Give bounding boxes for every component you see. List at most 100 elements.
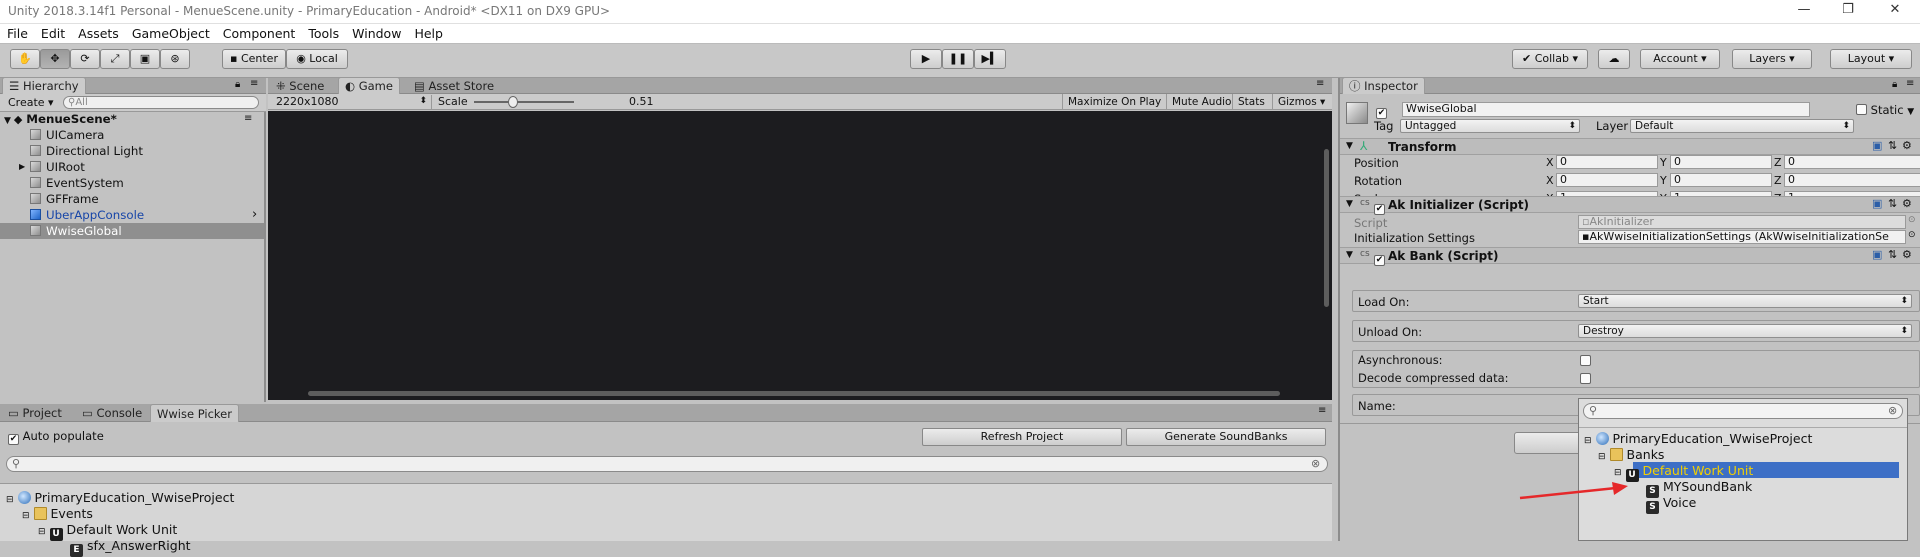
transform-rotation-x-field[interactable]: 0 — [1556, 173, 1658, 187]
refresh-project-button[interactable]: Refresh Project — [922, 428, 1122, 446]
lock-icon[interactable]: 🔒︎ — [1892, 79, 1897, 90]
account-dropdown[interactable]: Account ▾ — [1640, 49, 1720, 69]
hierarchy-item[interactable]: UICamera — [0, 127, 264, 143]
help-icon[interactable]: ▣ — [1872, 248, 1882, 261]
wwise-search-input[interactable]: ⚲ ⊗ — [6, 456, 1328, 472]
prefab-open-icon[interactable]: › — [252, 207, 257, 223]
gizmos-dropdown[interactable]: Gizmos ▾ — [1272, 94, 1330, 110]
static-checkbox[interactable]: Static ▼ — [1856, 103, 1914, 119]
transform-position-y-field[interactable]: 0 — [1670, 155, 1772, 169]
menu-gameobject[interactable]: GameObject — [125, 24, 216, 41]
menu-file[interactable]: File — [0, 24, 34, 41]
game-viewport[interactable] — [268, 111, 1332, 400]
horizontal-scrollbar[interactable] — [308, 391, 1280, 396]
layers-dropdown[interactable]: Layers ▾ — [1732, 49, 1812, 69]
close-button[interactable]: ✕ — [1885, 2, 1905, 20]
preset-icon[interactable]: ⇅ — [1888, 139, 1897, 152]
auto-populate-checkbox[interactable]: ✔ Auto populate — [8, 429, 104, 445]
popup-search-input[interactable]: ⚲ ⊗ — [1583, 403, 1903, 419]
transform-rotation-z-field[interactable]: 0 — [1784, 173, 1920, 187]
minimize-button[interactable]: — — [1794, 2, 1814, 20]
object-picker-icon[interactable]: ⊙ — [1908, 230, 1916, 240]
hierarchy-search-input[interactable]: ⚲All — [63, 96, 259, 109]
tab-console[interactable]: ▭ Console — [76, 404, 148, 422]
mute-audio-toggle[interactable]: Mute Audio — [1166, 94, 1236, 110]
tab-game[interactable]: ◐ Game — [338, 77, 400, 94]
hierarchy-item[interactable]: UberAppConsole › — [0, 207, 264, 223]
scale-slider-thumb[interactable] — [508, 96, 518, 108]
help-icon[interactable]: ▣ — [1872, 139, 1882, 152]
menu-component[interactable]: Component — [216, 24, 302, 41]
popup-tree-item-voice[interactable]: S Voice — [1646, 495, 1696, 514]
space-local-toggle[interactable]: ◉ Local — [286, 49, 348, 69]
gear-icon[interactable]: ⚙ — [1902, 197, 1912, 210]
hand-tool-icon[interactable]: ✋ — [10, 49, 40, 69]
scale-tool-icon[interactable]: ⤢ — [100, 49, 130, 69]
stats-toggle[interactable]: Stats — [1232, 94, 1270, 110]
menu-help[interactable]: Help — [407, 24, 449, 41]
scene-root[interactable]: ▼ ◆ MenueScene* ≡ — [0, 111, 264, 127]
collapse-icon[interactable]: ⊟ — [1598, 452, 1606, 462]
tab-wwise-picker[interactable]: Wwise Picker — [150, 404, 239, 422]
add-component-button-partial[interactable] — [1514, 432, 1588, 454]
tab-inspector[interactable]: ⓘ Inspector — [1342, 77, 1425, 94]
gear-icon[interactable]: ⚙ — [1902, 248, 1912, 261]
transform-position-x-field[interactable]: 0 — [1556, 155, 1658, 169]
transform-header[interactable]: ▼ ⅄ Transform ▣ ⇅ ⚙ — [1340, 138, 1920, 155]
pivot-center-toggle[interactable]: ▪ Center — [222, 49, 286, 69]
move-tool-icon[interactable]: ✥ — [40, 49, 70, 69]
menu-assets[interactable]: Assets — [71, 24, 125, 41]
gear-icon[interactable]: ⚙ — [1902, 139, 1912, 152]
lock-icon[interactable]: 🔒︎ — [235, 79, 240, 90]
expand-arrow-icon[interactable]: ▶ — [19, 159, 25, 175]
resolution-dropdown[interactable]: 2220x1080 ⬍ — [272, 95, 432, 109]
tab-asset-store[interactable]: ▤ Asset Store — [408, 77, 500, 95]
layer-dropdown[interactable]: Default — [1630, 119, 1854, 133]
tab-scene[interactable]: ⁜ Scene — [270, 77, 330, 95]
object-name-field[interactable]: WwiseGlobal — [1402, 102, 1810, 117]
unload-on-dropdown[interactable]: Destroy — [1578, 324, 1912, 338]
active-checkbox[interactable]: ✔ — [1376, 103, 1387, 119]
decode-checkbox[interactable] — [1580, 372, 1591, 386]
layout-dropdown[interactable]: Layout ▾ — [1830, 49, 1912, 69]
collapse-icon[interactable]: ⊟ — [1584, 436, 1592, 446]
collapse-arrow-icon[interactable]: ▼ — [1346, 199, 1353, 209]
collab-dropdown[interactable]: ✔ Collab ▾ — [1512, 49, 1588, 69]
scale-slider[interactable] — [474, 96, 574, 108]
ak-bank-header[interactable]: ▼ cs ✔ Ak Bank (Script) ▣ ⇅ ⚙ — [1340, 247, 1920, 266]
collapse-icon[interactable]: ⊟ — [6, 495, 14, 505]
pause-button[interactable]: ❚❚ — [942, 49, 974, 69]
clear-search-icon[interactable]: ⊗ — [1888, 404, 1897, 417]
collapse-arrow-icon[interactable]: ▼ — [1346, 250, 1353, 260]
async-checkbox[interactable] — [1580, 354, 1591, 368]
panel-menu-icon[interactable]: ≡ — [1316, 78, 1324, 89]
vertical-scrollbar[interactable] — [1324, 149, 1329, 307]
hierarchy-item[interactable]: GFFrame — [0, 191, 264, 207]
transform-tool-icon[interactable]: ⊛ — [160, 49, 190, 69]
rect-tool-icon[interactable]: ▣ — [130, 49, 160, 69]
play-button[interactable]: ▶ — [910, 49, 942, 69]
generate-soundbanks-button[interactable]: Generate SoundBanks — [1126, 428, 1326, 446]
hierarchy-item[interactable]: ▶ UIRoot — [0, 159, 264, 175]
preset-icon[interactable]: ⇅ — [1888, 197, 1897, 210]
maximize-on-play-toggle[interactable]: Maximize On Play — [1062, 94, 1166, 110]
menu-edit[interactable]: Edit — [34, 24, 71, 41]
panel-menu-icon[interactable]: ≡ — [1906, 78, 1914, 89]
enabled-checkbox[interactable]: ✔ — [1374, 199, 1385, 215]
panel-menu-icon[interactable]: ≡ — [1318, 405, 1326, 416]
collapse-icon[interactable]: ⊟ — [38, 527, 46, 537]
scene-menu-icon[interactable]: ≡ — [244, 111, 252, 127]
transform-position-z-field[interactable]: 0 — [1784, 155, 1920, 169]
collapse-icon[interactable]: ⊟ — [22, 511, 30, 521]
help-icon[interactable]: ▣ — [1872, 197, 1882, 210]
collapse-arrow-icon[interactable]: ▼ — [1346, 141, 1353, 151]
maximize-button[interactable]: ❐ — [1838, 2, 1858, 20]
object-picker-icon[interactable]: ⊙ — [1908, 215, 1916, 225]
clear-search-icon[interactable]: ⊗ — [1311, 457, 1320, 470]
rotate-tool-icon[interactable]: ⟳ — [70, 49, 100, 69]
tag-dropdown[interactable]: Untagged — [1400, 119, 1580, 133]
init-settings-field[interactable]: ▪AkWwiseInitializationSettings (AkWwiseI… — [1578, 230, 1906, 244]
collapse-icon[interactable]: ⊟ — [1614, 468, 1622, 478]
tab-project[interactable]: ▭ Project — [2, 404, 68, 422]
hierarchy-item[interactable]: EventSystem — [0, 175, 264, 191]
